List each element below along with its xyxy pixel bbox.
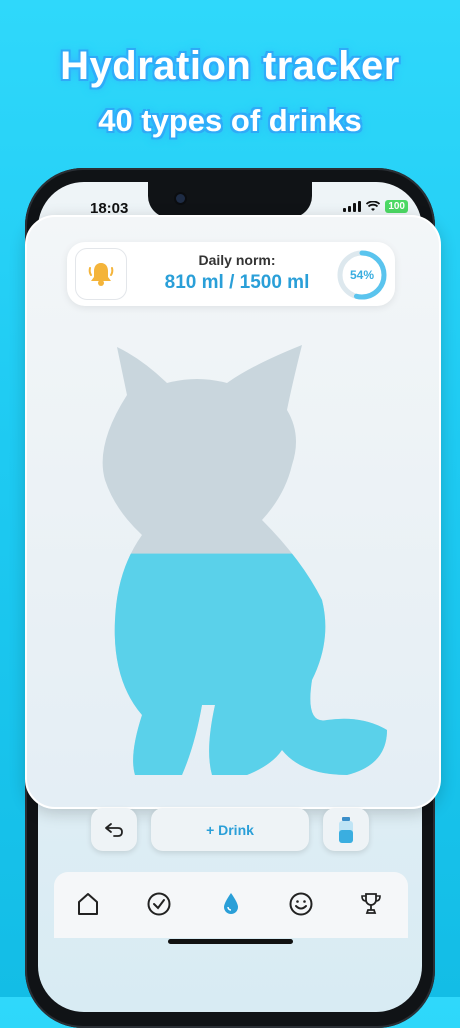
- water-bottle-icon: [339, 816, 353, 843]
- undo-button[interactable]: [91, 808, 137, 851]
- camera-icon: [176, 194, 185, 203]
- progress-percent: 54%: [349, 268, 375, 282]
- tab-bar: [54, 872, 408, 938]
- tab-achievements[interactable]: [357, 890, 385, 918]
- daily-norm-panel: Daily norm: 810 ml / 1500 ml 54%: [67, 242, 395, 306]
- tab-tasks[interactable]: [145, 890, 173, 918]
- battery-indicator: 100: [385, 200, 408, 213]
- status-icons: 100: [343, 200, 408, 213]
- daily-norm-label: Daily norm:: [198, 252, 276, 268]
- tab-water[interactable]: [217, 890, 245, 918]
- home-indicator: [168, 939, 293, 944]
- bell-icon: [88, 263, 114, 286]
- home-icon: [78, 893, 98, 915]
- signal-icon: [343, 201, 362, 212]
- trophy-icon: [361, 893, 381, 914]
- wifi-icon: [366, 201, 381, 211]
- checkmark-circle-icon: [147, 892, 171, 916]
- headline-title: Hydration tracker: [60, 44, 400, 88]
- smiley-icon: [289, 892, 313, 916]
- undo-arrow-icon: [105, 822, 123, 837]
- hydration-card: Daily norm: 810 ml / 1500 ml 54%: [25, 215, 441, 809]
- add-drink-label: + Drink: [206, 821, 254, 838]
- tab-home[interactable]: [74, 890, 102, 918]
- add-drink-button[interactable]: + Drink: [151, 808, 309, 851]
- notch: [148, 182, 312, 218]
- reminder-button[interactable]: [75, 248, 127, 300]
- tab-mood[interactable]: [287, 890, 315, 918]
- headline-subtitle: 40 types of drinks: [98, 103, 362, 138]
- cat-silhouette: [102, 345, 387, 775]
- water-drop-icon: [224, 893, 238, 914]
- drink-type-button[interactable]: [323, 808, 369, 851]
- daily-norm-value: 810 ml / 1500 ml: [164, 272, 310, 293]
